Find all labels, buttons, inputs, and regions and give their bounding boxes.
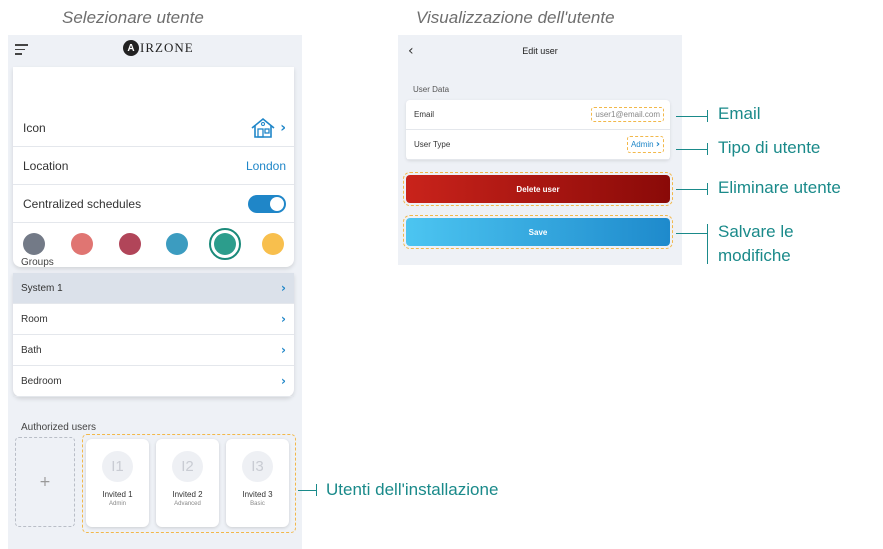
chevron-right-icon: › xyxy=(655,139,660,150)
groups-label: Groups xyxy=(21,257,54,268)
caption-user-view: Visualizzazione dell'utente xyxy=(416,8,615,27)
menu-icon[interactable] xyxy=(15,44,28,55)
callout-tick xyxy=(707,183,709,195)
logo-mark: A xyxy=(123,40,139,56)
user-name: Invited 1 xyxy=(102,490,133,499)
user-role: Advanced xyxy=(174,501,201,507)
user-role: Basic xyxy=(250,501,265,507)
user-type-select[interactable]: Admin › xyxy=(626,136,664,153)
callout-delete-user: Eliminare utente xyxy=(718,178,841,197)
location-label: Location xyxy=(23,158,69,173)
schedules-label: Centralized schedules xyxy=(23,196,142,211)
color-swatch[interactable] xyxy=(261,233,284,255)
user-name: Invited 2 xyxy=(172,490,203,499)
callout-save-line-2: modifiche xyxy=(718,246,791,265)
icon-label: Icon xyxy=(23,120,46,135)
callout-tick xyxy=(707,143,709,155)
callout-line xyxy=(676,116,707,118)
group-label: Bedroom xyxy=(21,375,62,387)
chevron-right-icon: › xyxy=(281,312,286,326)
page-title: Edit user xyxy=(522,46,558,56)
top-bar: A IRZONE xyxy=(8,35,302,63)
caption-select-user: Selezionare utente xyxy=(62,8,204,27)
callout-installation-users: Utenti dell'installazione xyxy=(326,480,499,499)
user-name: Invited 3 xyxy=(242,490,273,499)
settings-card: Icon › Location London Centralized sched… xyxy=(13,67,294,267)
user-card-invited-2[interactable]: I2 Invited 2 Advanced xyxy=(156,439,219,527)
groups-list: System 1 › Room › Bath › Bedroom › xyxy=(13,273,294,397)
user-type-row[interactable]: User Type Admin › xyxy=(406,130,670,160)
chevron-right-icon: › xyxy=(281,374,286,388)
group-item-bedroom[interactable]: Bedroom › xyxy=(13,366,294,397)
avatar: I3 xyxy=(242,451,273,482)
chevron-right-icon: › xyxy=(281,281,286,295)
callout-line xyxy=(676,233,707,235)
avatar: I1 xyxy=(102,451,133,482)
icon-row[interactable]: Icon › xyxy=(13,109,294,147)
user-card-invited-3[interactable]: I3 Invited 3 Basic xyxy=(226,439,289,527)
user-data-label: User Data xyxy=(413,85,450,94)
email-row: Email user1@email.com xyxy=(406,100,670,130)
select-user-screen: A IRZONE Icon › Location London Centrali… xyxy=(8,35,302,549)
callout-tick xyxy=(316,484,318,496)
logo-text: IRZONE xyxy=(140,40,194,55)
plus-icon: + xyxy=(39,474,51,490)
group-label: Room xyxy=(21,313,48,325)
group-label: System 1 xyxy=(21,282,63,294)
color-swatch[interactable] xyxy=(70,233,93,255)
callout-line xyxy=(676,149,707,151)
color-swatch[interactable] xyxy=(23,233,45,255)
location-row[interactable]: Location London xyxy=(13,147,294,185)
user-data-card: Email user1@email.com User Type Admin › xyxy=(406,100,670,160)
callout-tick xyxy=(707,224,709,264)
user-card-invited-1[interactable]: I1 Invited 1 Admin xyxy=(86,439,149,527)
avatar: I2 xyxy=(172,451,203,482)
house-selector[interactable]: › xyxy=(250,117,286,139)
callout-line xyxy=(676,189,707,191)
color-swatch[interactable] xyxy=(166,233,189,255)
user-type-value: Admin xyxy=(630,140,654,149)
chevron-right-icon: › xyxy=(281,343,286,357)
color-picker xyxy=(23,227,284,261)
group-item-room[interactable]: Room › xyxy=(13,304,294,335)
schedules-toggle[interactable] xyxy=(248,194,286,213)
user-role: Admin xyxy=(108,501,126,507)
callout-line xyxy=(298,490,316,492)
callout-email: Email xyxy=(718,104,761,123)
location-value[interactable]: London xyxy=(246,159,286,173)
add-user-button[interactable]: + xyxy=(15,437,75,527)
callout-user-type: Tipo di utente xyxy=(718,138,821,157)
group-label: Bath xyxy=(21,344,42,356)
house-icon xyxy=(251,117,275,138)
color-swatch[interactable] xyxy=(118,233,141,255)
callout-tick xyxy=(707,110,709,122)
email-label: Email xyxy=(414,110,435,119)
edit-user-screen: ‹ Edit user User Data Email user1@email.… xyxy=(398,35,682,265)
color-swatch[interactable] xyxy=(209,228,242,260)
group-item-system-1[interactable]: System 1 › xyxy=(13,273,294,304)
edit-header: ‹ Edit user xyxy=(398,35,682,69)
chevron-right-icon: › xyxy=(280,119,286,136)
user-type-label: User Type xyxy=(414,140,451,149)
save-button[interactable]: Save xyxy=(403,215,673,249)
group-item-bath[interactable]: Bath › xyxy=(13,335,294,366)
delete-user-button[interactable]: Delete user xyxy=(403,172,673,206)
toggle-knob xyxy=(270,196,284,211)
schedules-row: Centralized schedules xyxy=(13,185,294,223)
authorized-users-label: Authorized users xyxy=(21,422,97,433)
airzone-logo: A IRZONE xyxy=(123,40,194,56)
callout-save-line-1: Salvare le xyxy=(718,222,794,241)
email-field[interactable]: user1@email.com xyxy=(591,107,664,122)
